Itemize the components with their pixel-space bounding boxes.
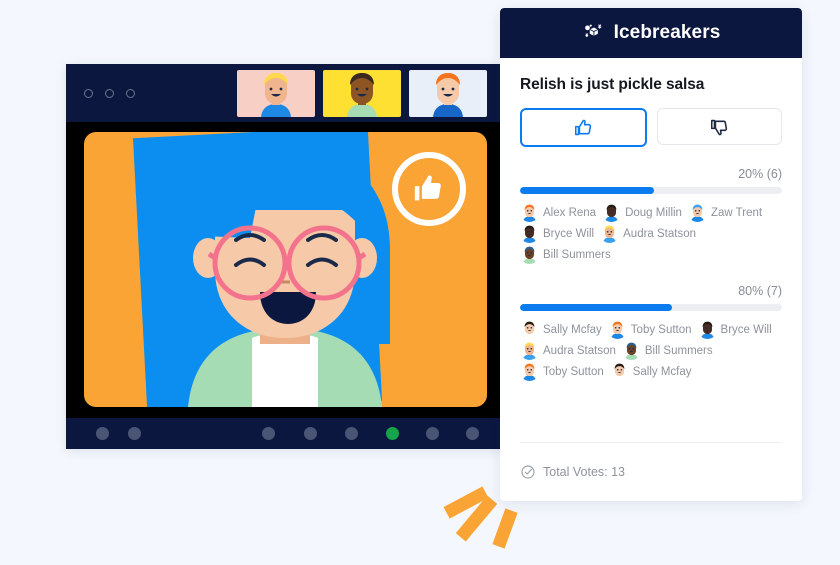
- avatar: [697, 320, 717, 339]
- voter-item: Zaw Trent: [687, 203, 763, 222]
- voter-name: Bill Summers: [543, 248, 611, 261]
- avatar: [687, 203, 707, 222]
- avatar: [602, 203, 622, 222]
- video-stage: [66, 122, 505, 418]
- voter-item: Doug Millin: [602, 203, 682, 222]
- avatar: [520, 245, 539, 264]
- video-dock-bar: [66, 418, 505, 449]
- confetti-piece-3: [492, 508, 518, 549]
- vote-no-button[interactable]: [657, 108, 782, 145]
- avatar: [609, 362, 629, 381]
- video-window-titlebar: [66, 64, 505, 122]
- voter-item: Audra Statson: [520, 341, 616, 360]
- participant-thumbnail-2[interactable]: [323, 70, 401, 117]
- thumbs-up-icon: [414, 175, 441, 201]
- voter-name: Sally Mcfay: [632, 365, 692, 378]
- voter-name: Sally Mcfay: [543, 323, 602, 336]
- voter-name: Bill Summers: [644, 344, 713, 357]
- vote-button-group: [520, 108, 782, 147]
- result-yes-percent-label: 20% (6): [738, 167, 782, 181]
- thumbs-up-icon: [574, 119, 591, 135]
- traffic-lights: [84, 88, 135, 98]
- avatar: [520, 224, 539, 243]
- poll-question: Relish is just pickle salsa: [520, 76, 705, 93]
- voter-name: Zaw Trent: [710, 206, 763, 219]
- voter-item: Alex Rena: [520, 203, 596, 222]
- minimize-icon[interactable]: [105, 88, 114, 98]
- avatar: [520, 362, 539, 381]
- voter-item: Sally Mcfay: [609, 362, 692, 381]
- dock-dot-8[interactable]: [466, 427, 479, 440]
- voter-name: Toby Sutton: [543, 365, 604, 378]
- result-no-progress-fill: [520, 304, 672, 311]
- icebreakers-panel: Icebreakers Relish is just pickle salsa …: [500, 8, 802, 501]
- result-no: 80% (7) Sally Mcfay Toby Sutton Bryce Will A…: [520, 284, 782, 381]
- avatar: [520, 320, 539, 339]
- dock-dot-7[interactable]: [426, 427, 439, 440]
- participant-thumbnail-3[interactable]: [409, 70, 487, 117]
- result-yes-voter-list: Alex Rena Doug Millin Zaw Trent Bryce Will A…: [520, 203, 782, 264]
- avatar: [621, 341, 641, 360]
- voter-item: Audra Statson: [600, 224, 696, 243]
- voter-item: Bryce Will: [520, 224, 594, 243]
- ice-cube-icon: [584, 24, 602, 37]
- dock-dot-2[interactable]: [128, 427, 141, 440]
- voter-name: Alex Rena: [543, 206, 597, 219]
- participant-thumbnail-strip: [237, 70, 487, 117]
- thumbs-up-reaction-badge: [392, 152, 466, 226]
- avatar: [520, 203, 539, 222]
- voter-name: Audra Statson: [623, 227, 697, 240]
- dock-dot-6[interactable]: [386, 427, 399, 440]
- dock-dot-1[interactable]: [96, 427, 109, 440]
- thumbs-down-icon: [710, 119, 727, 135]
- voter-item: Toby Sutton: [520, 362, 604, 381]
- panel-title: Icebreakers: [613, 22, 721, 43]
- dock-dot-3[interactable]: [262, 427, 275, 440]
- voter-name: Doug Millin: [625, 206, 682, 219]
- vote-yes-button[interactable]: [520, 108, 647, 147]
- total-votes-label: Total Votes: 13: [543, 465, 626, 479]
- results-divider-space: [520, 268, 782, 284]
- participant-thumbnail-1[interactable]: [237, 70, 315, 117]
- voter-name: Toby Sutton: [630, 323, 692, 336]
- voter-item: Toby Sutton: [607, 320, 692, 339]
- avatar: [600, 224, 620, 243]
- active-speaker-tile[interactable]: [84, 132, 487, 407]
- voter-name: Audra Statson: [543, 344, 616, 357]
- voter-item: Bill Summers: [520, 245, 611, 264]
- result-no-voter-list: Sally Mcfay Toby Sutton Bryce Will Audra St…: [520, 320, 782, 381]
- avatar: [520, 341, 539, 360]
- participant-avatar: [261, 73, 291, 117]
- close-icon[interactable]: [84, 88, 93, 98]
- result-yes-progress-fill: [520, 187, 654, 194]
- result-no-progress-bar: [520, 304, 782, 311]
- result-yes: 20% (6) Alex Rena Doug Millin Zaw Trent Bryc…: [520, 167, 782, 264]
- voter-name: Bryce Will: [720, 323, 772, 336]
- dock-dot-4[interactable]: [304, 427, 317, 440]
- participant-avatar: [433, 73, 463, 117]
- result-yes-progress-bar: [520, 187, 782, 194]
- avatar: [607, 320, 627, 339]
- panel-header: Icebreakers: [500, 8, 802, 58]
- panel-body: Relish is just pickle salsa 20% (6) Alex …: [500, 58, 802, 381]
- maximize-icon[interactable]: [126, 88, 135, 98]
- video-conference-window: [66, 64, 505, 449]
- voter-item: Sally Mcfay: [520, 320, 602, 339]
- participant-avatar: [347, 73, 377, 117]
- panel-footer: Total Votes: 13: [520, 442, 782, 501]
- circle-check-icon: [521, 465, 535, 479]
- dock-dot-5[interactable]: [345, 427, 358, 440]
- poll-results: 20% (6) Alex Rena Doug Millin Zaw Trent Bryc…: [520, 167, 782, 381]
- result-no-percent-label: 80% (7): [738, 284, 782, 298]
- voter-item: Bill Summers: [621, 341, 713, 360]
- voter-item: Bryce Will: [697, 320, 772, 339]
- voter-name: Bryce Will: [543, 227, 595, 240]
